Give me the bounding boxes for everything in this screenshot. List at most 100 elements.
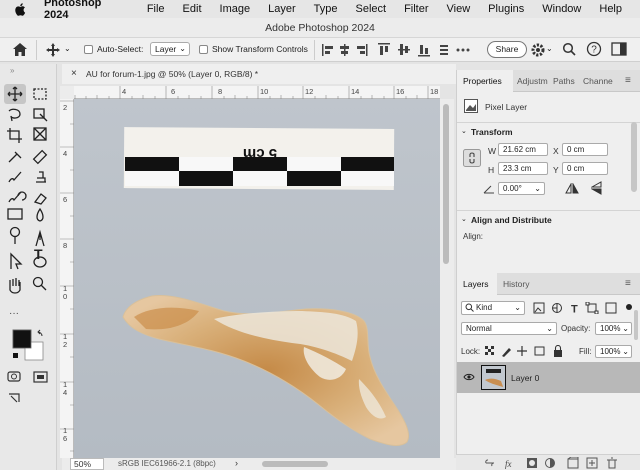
show-transform-label: Show Transform Controls	[212, 44, 308, 54]
angle-field[interactable]: 0.00° ⌄	[498, 182, 545, 195]
angle-icon	[483, 185, 494, 194]
layer-row[interactable]: Layer 0	[457, 362, 640, 393]
flip-horizontal-icon[interactable]	[565, 183, 579, 195]
status-menu-arrow[interactable]: ›	[235, 458, 238, 468]
menu-help[interactable]: Help	[599, 3, 622, 15]
y-field[interactable]: 0 cm	[562, 162, 608, 175]
tab-channels[interactable]: Channe	[583, 70, 613, 92]
menu-plugins[interactable]: Plugins	[488, 3, 524, 15]
swap-colors-icon[interactable]	[37, 329, 43, 337]
search-icon[interactable]	[562, 42, 576, 56]
home-icon[interactable]	[12, 42, 28, 57]
document-tab-bar: × AU for forum-1.jpg @ 50% (Layer 0, RGB…	[62, 64, 456, 84]
auto-select-dropdown[interactable]: Layer ⌄	[150, 42, 190, 56]
document-canvas[interactable]: 5 cm	[74, 99, 440, 458]
layer-kind-label: Pixel Layer	[485, 102, 528, 112]
workspace-icon[interactable]	[611, 42, 627, 56]
tab-properties[interactable]: Properties	[457, 70, 513, 92]
tab-layers[interactable]: Layers	[457, 273, 497, 295]
height-field[interactable]: 23.3 cm	[498, 162, 548, 175]
gear-icon[interactable]	[530, 42, 546, 58]
zoom-field[interactable]: 50%	[70, 458, 104, 470]
hand-tool-icon[interactable]	[9, 278, 21, 294]
help-icon[interactable]: ?	[586, 41, 602, 57]
apple-icon[interactable]	[14, 2, 30, 16]
stamp-tool-icon[interactable]	[36, 171, 46, 183]
lock-icons[interactable]	[484, 345, 568, 357]
share-button[interactable]: Share	[487, 41, 527, 58]
path-select-icon[interactable]	[10, 252, 23, 270]
menu-filter[interactable]: Filter	[404, 3, 428, 15]
opacity-label: Opacity:	[561, 324, 591, 333]
document-tab[interactable]: × AU for forum-1.jpg @ 50% (Layer 0, RGB…	[62, 64, 456, 84]
ruler-label: 6	[63, 195, 68, 204]
menu-select[interactable]: Select	[355, 3, 386, 15]
menu-window[interactable]: Window	[542, 3, 581, 15]
scale-bar-label: 5 cm	[243, 145, 277, 162]
fill-field[interactable]: 100% ⌄	[595, 345, 632, 358]
status-bar: 50% sRGB IEC61966-2.1 (8bpc) ›	[62, 458, 456, 470]
gradient-tool-icon[interactable]	[7, 208, 23, 220]
menu-type[interactable]: Type	[314, 3, 338, 15]
document-tab-title: AU for forum-1.jpg @ 50% (Layer 0, RGB/8…	[86, 69, 259, 79]
move-tool-icon[interactable]	[45, 42, 61, 58]
crop-tool-icon[interactable]	[7, 128, 22, 143]
vertical-scrollbar-thumb[interactable]	[443, 104, 449, 264]
tab-adjustments[interactable]: Adjustm	[517, 70, 548, 92]
lasso-tool-icon[interactable]	[8, 108, 21, 122]
menu-layer[interactable]: Layer	[268, 3, 296, 15]
horizontal-scrollbar-thumb[interactable]	[262, 461, 328, 467]
brush-tool-icon[interactable]	[8, 171, 22, 183]
layers-scrollbar[interactable]	[634, 310, 638, 340]
tab-history[interactable]: History	[503, 273, 529, 295]
panel-menu-icon[interactable]: ≡	[625, 273, 631, 295]
layer-filter-icons[interactable]: T	[533, 302, 633, 314]
frame-tool-icon[interactable]	[33, 127, 47, 141]
close-icon[interactable]: ×	[71, 64, 77, 84]
default-colors-icon[interactable]	[13, 353, 18, 358]
visibility-eye-icon[interactable]	[463, 373, 475, 381]
layer-actions-icons[interactable]: fx	[484, 457, 634, 469]
quick-mask-icon[interactable]	[7, 371, 21, 382]
auto-select-checkbox[interactable]	[84, 45, 93, 54]
panel-menu-icon[interactable]: ≡	[625, 70, 631, 92]
zoom-tool-icon[interactable]	[32, 276, 47, 291]
marquee-tool-icon[interactable]	[33, 88, 47, 100]
align-distribute-icons[interactable]	[322, 43, 482, 57]
healing-brush-icon[interactable]	[32, 149, 48, 165]
layers-footer: fx	[456, 454, 640, 470]
dodge-tool-icon[interactable]	[9, 226, 21, 245]
chevron-down-icon[interactable]: ⌄	[461, 215, 467, 223]
pen-tool-icon[interactable]	[35, 229, 45, 247]
type-tool-icon[interactable]: T	[34, 246, 43, 262]
blur-tool-icon[interactable]	[36, 207, 44, 222]
flip-vertical-icon[interactable]	[591, 181, 603, 195]
menu-view[interactable]: View	[447, 3, 471, 15]
chevron-down-icon[interactable]: ⌄	[546, 44, 553, 53]
divider	[36, 40, 37, 60]
width-field[interactable]: 21.62 cm	[498, 143, 548, 156]
layer-thumbnail	[481, 365, 506, 390]
link-icon[interactable]	[463, 149, 481, 167]
tab-paths[interactable]: Paths	[553, 70, 575, 92]
more-tools-icon[interactable]: ···	[9, 308, 19, 319]
opacity-field[interactable]: 100% ⌄	[595, 322, 632, 335]
properties-scrollbar[interactable]	[631, 122, 637, 192]
object-select-icon[interactable]	[33, 108, 48, 122]
show-transform-checkbox[interactable]	[199, 45, 208, 54]
menu-file[interactable]: File	[147, 3, 165, 15]
export-icon[interactable]	[9, 393, 20, 403]
menu-image[interactable]: Image	[220, 3, 251, 15]
history-brush-icon[interactable]	[8, 191, 27, 203]
chevron-down-icon[interactable]: ⌄	[461, 127, 467, 135]
menu-edit[interactable]: Edit	[183, 3, 202, 15]
chevron-down-icon[interactable]: ⌄	[64, 44, 71, 53]
auto-select-value: Layer	[155, 44, 177, 54]
blend-mode-dropdown[interactable]: Normal ⌄	[461, 322, 557, 335]
layer-filter-dropdown[interactable]: Kind ⌄	[461, 301, 525, 315]
chevron-down-icon: ⌄	[546, 324, 553, 333]
x-field[interactable]: 0 cm	[562, 143, 608, 156]
eyedropper-icon[interactable]	[8, 151, 22, 163]
color-profile-label: sRGB IEC61966-2.1 (8bpc)	[118, 459, 216, 468]
eraser-tool-icon[interactable]	[33, 193, 47, 205]
